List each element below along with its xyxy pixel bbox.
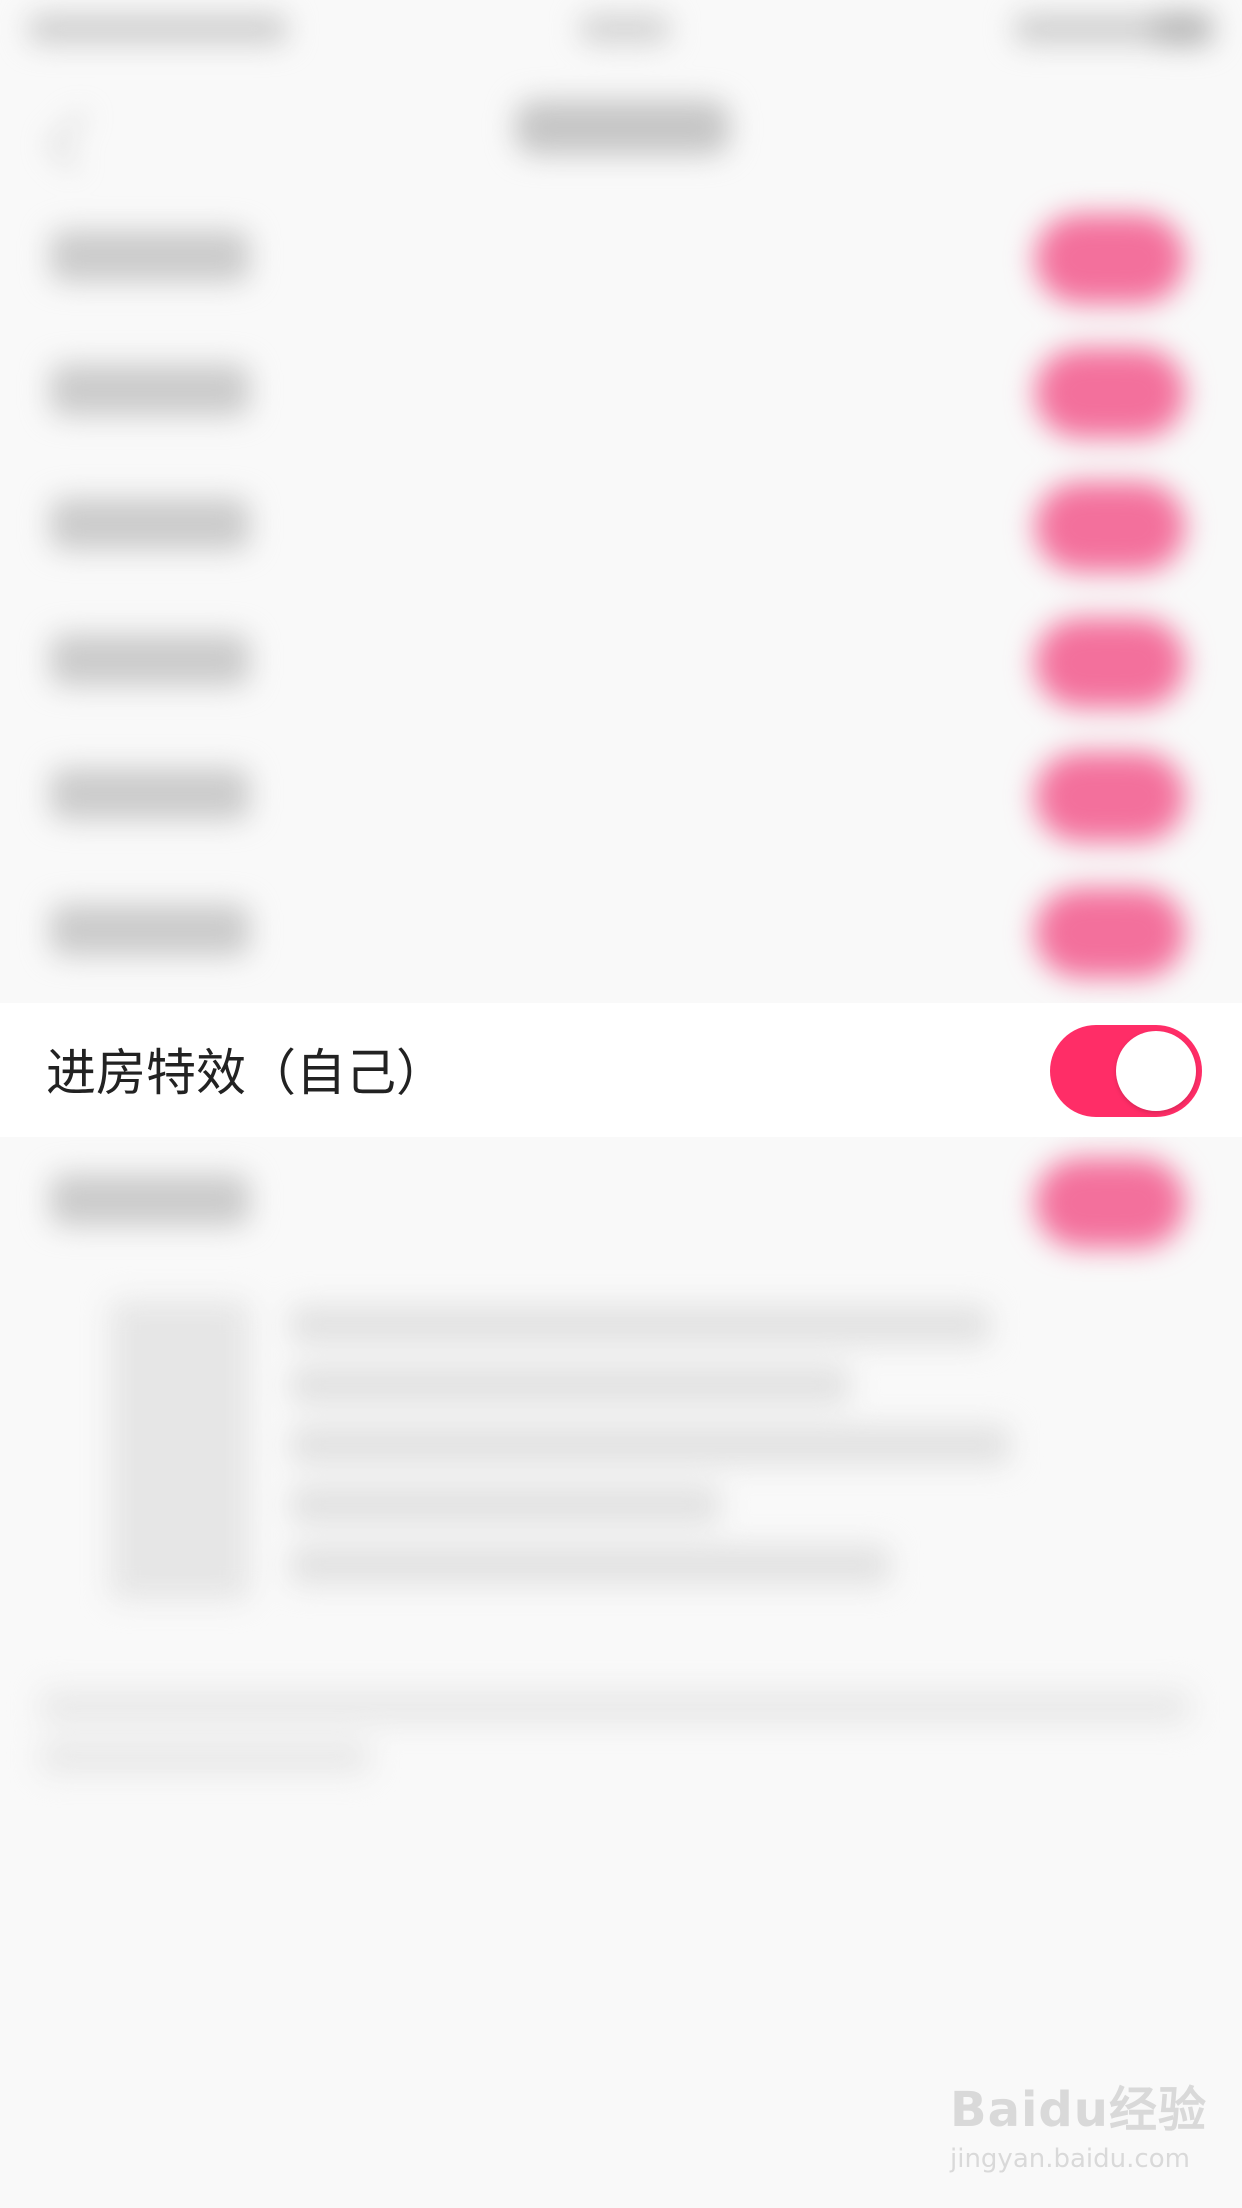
setting-row-label	[50, 768, 250, 820]
description-line	[290, 1365, 850, 1405]
settings-screen: 进房特效（自己） Baidu经验 jingyan.baidu.com	[0, 0, 1242, 2208]
status-bar-time	[580, 14, 670, 44]
setting-row-label	[50, 364, 250, 416]
setting-toggle[interactable]	[1035, 1158, 1185, 1248]
setting-toggle[interactable]	[1035, 214, 1185, 304]
setting-row[interactable]	[0, 326, 1242, 460]
description-line	[290, 1485, 720, 1525]
setting-row-label	[50, 634, 250, 686]
setting-row-label	[50, 904, 250, 956]
watermark: Baidu经验 jingyan.baidu.com	[950, 2070, 1207, 2174]
footer-note-line	[40, 1740, 370, 1774]
status-bar-carrier	[28, 14, 288, 44]
setting-toggle[interactable]	[1035, 752, 1185, 842]
description-line	[290, 1305, 990, 1345]
footer-note-line	[40, 1690, 1190, 1724]
nav-bar	[0, 60, 1242, 200]
setting-toggle[interactable]	[1035, 888, 1185, 978]
setting-row[interactable]	[0, 596, 1242, 730]
page-title	[515, 100, 730, 155]
back-arrow-icon[interactable]	[48, 112, 106, 170]
setting-row-label	[50, 1174, 250, 1226]
description-label	[110, 1300, 250, 1600]
setting-row[interactable]	[0, 192, 1242, 326]
watermark-brand: Baidu经验	[950, 2082, 1207, 2138]
setting-row[interactable]	[0, 730, 1242, 864]
setting-toggle[interactable]	[1035, 482, 1185, 572]
setting-toggle[interactable]	[1035, 348, 1185, 438]
description-line	[290, 1425, 1010, 1465]
description-line	[290, 1545, 890, 1585]
setting-toggle[interactable]	[1035, 618, 1185, 708]
status-bar	[0, 0, 1242, 60]
setting-row[interactable]	[0, 866, 1242, 1000]
entrance-effect-toggle[interactable]	[1050, 1025, 1202, 1117]
setting-row-label	[50, 498, 250, 550]
entrance-effect-label: 进房特效（自己）	[46, 1044, 446, 1102]
battery-icon	[1152, 12, 1212, 46]
setting-row[interactable]	[0, 460, 1242, 594]
setting-row-label	[50, 230, 250, 282]
toggle-knob	[1116, 1031, 1196, 1111]
setting-row[interactable]	[0, 1136, 1242, 1270]
watermark-url: jingyan.baidu.com	[950, 2144, 1190, 2174]
entrance-effect-row[interactable]: 进房特效（自己）	[0, 1003, 1242, 1137]
